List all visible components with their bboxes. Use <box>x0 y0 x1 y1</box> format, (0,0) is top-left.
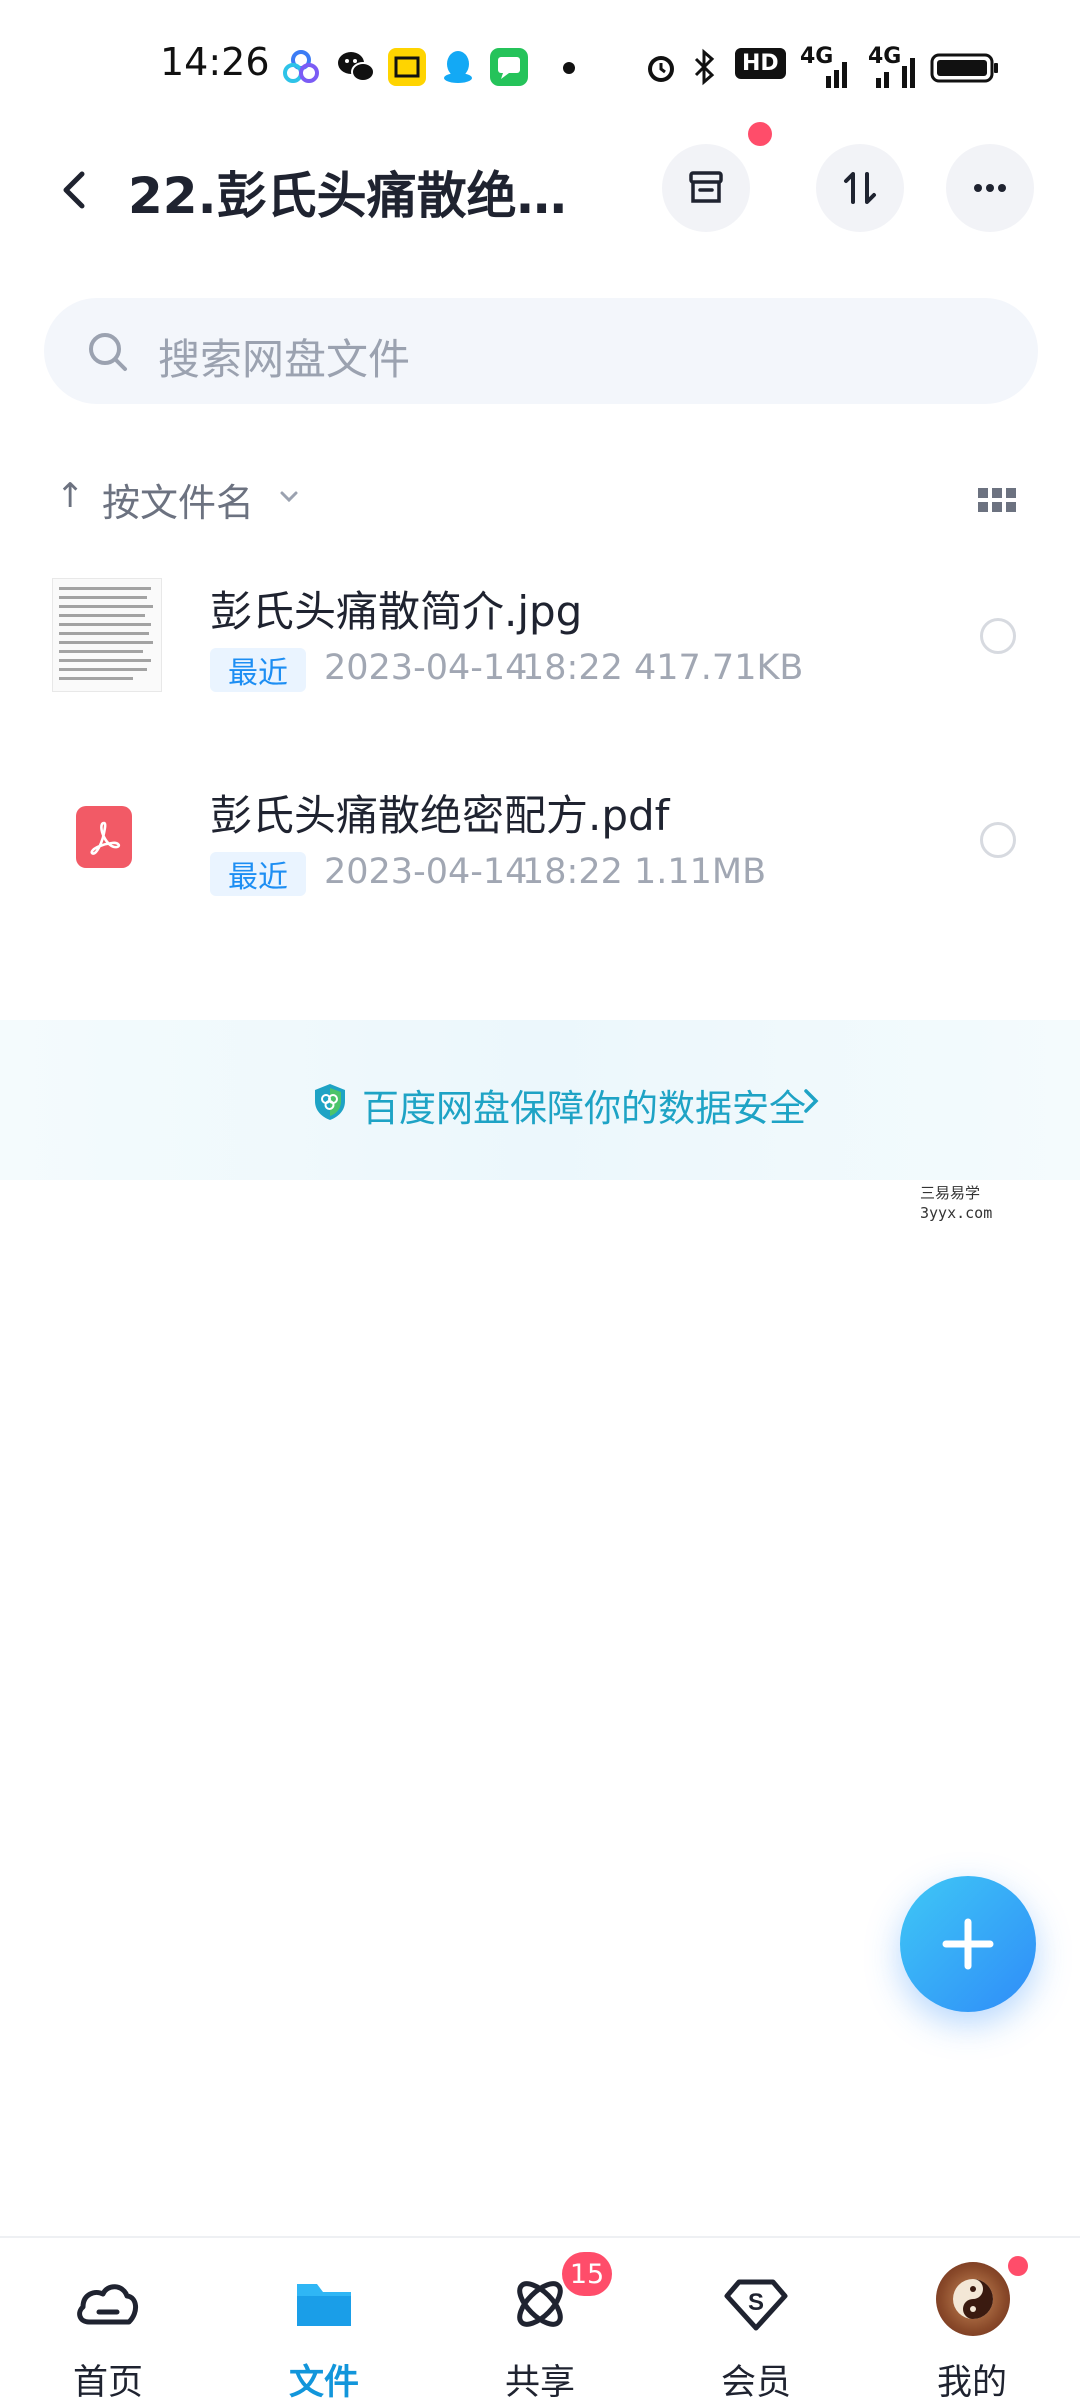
status-time: 14:26 <box>160 40 270 84</box>
vip-diamond-icon: S <box>721 2272 791 2336</box>
signal-bars-2-icon <box>874 54 920 92</box>
alarm-icon <box>642 48 680 90</box>
nav-label: 首页 <box>72 2363 143 2400</box>
svg-text:S: S <box>748 2289 764 2316</box>
file-size: 417.71KB <box>634 648 804 688</box>
nav-label: 会员 <box>720 2363 791 2400</box>
share-badge: 15 <box>562 2252 612 2296</box>
search-placeholder[interactable]: 搜索网盘文件 <box>158 326 410 387</box>
nav-label: 共享 <box>504 2363 575 2400</box>
nav-label: 文件 <box>288 2363 359 2400</box>
archive-notification-dot <box>748 122 772 146</box>
select-checkbox[interactable] <box>980 822 1016 858</box>
recent-tag: 最近 <box>210 852 306 896</box>
notification-dot-icon <box>563 62 575 74</box>
file-date: 2023-04-14 <box>324 852 528 892</box>
file-name[interactable]: 彭氏头痛散简介.jpg <box>210 578 582 639</box>
file-time: 18:22 <box>522 648 623 688</box>
grid-view-icon[interactable] <box>978 488 1018 514</box>
nav-item-vip[interactable]: S 会员 <box>666 2262 846 2400</box>
avatar[interactable] <box>936 2262 1010 2336</box>
plus-icon <box>942 1918 994 1970</box>
hd-voice-icon: HD <box>735 48 786 79</box>
search-icon <box>86 330 130 374</box>
chevron-right-icon[interactable] <box>800 1086 822 1116</box>
back-button[interactable] <box>50 160 110 220</box>
home-cloud-icon <box>73 2272 143 2336</box>
pdf-icon <box>76 806 132 868</box>
shield-icon <box>312 1082 348 1122</box>
archive-button[interactable] <box>662 144 750 232</box>
file-date: 2023-04-14 <box>324 648 528 688</box>
chevron-down-icon[interactable] <box>278 486 300 508</box>
watermark-title: 三易易学 <box>920 1184 981 1202</box>
recent-tag: 最近 <box>210 648 306 692</box>
more-dots-icon <box>974 184 1006 192</box>
sort-label[interactable]: 按文件名 <box>102 472 254 527</box>
add-button[interactable] <box>900 1876 1036 2012</box>
file-time: 18:22 <box>522 852 623 892</box>
nav-item-home[interactable]: 首页 <box>18 2262 198 2400</box>
folder-icon <box>289 2272 359 2336</box>
sort-direction-icon[interactable]: ↑ <box>56 476 85 516</box>
watermark-url: 3yyx.com <box>920 1204 993 1222</box>
select-checkbox[interactable] <box>980 618 1016 654</box>
battery-icon <box>930 52 1000 88</box>
profile-notification-dot <box>1008 2256 1028 2276</box>
nav-item-files[interactable]: 文件 <box>234 2262 414 2400</box>
security-banner-text[interactable]: 百度网盘保障你的数据安全 <box>362 1078 806 1132</box>
wechat-status-icon <box>336 48 375 86</box>
qq-status-icon <box>440 48 478 86</box>
taiji-icon <box>953 2279 993 2319</box>
app-status-icon <box>388 48 426 86</box>
file-name[interactable]: 彭氏头痛散绝密配方.pdf <box>210 782 669 843</box>
nav-label: 我的 <box>936 2363 1007 2400</box>
signal-bars-icon <box>806 54 852 92</box>
sort-toggle-button[interactable] <box>816 144 904 232</box>
file-size: 1.11MB <box>634 852 767 892</box>
message-status-icon <box>490 48 528 86</box>
page-title: 22.彭氏头痛散绝密配方 <box>128 167 598 225</box>
image-thumbnail <box>52 578 162 692</box>
more-options-button[interactable] <box>946 144 1034 232</box>
baidu-netdisk-status-icon <box>282 48 320 86</box>
archive-icon <box>689 171 723 203</box>
sort-arrows-icon <box>844 172 876 204</box>
bluetooth-icon <box>692 48 716 90</box>
